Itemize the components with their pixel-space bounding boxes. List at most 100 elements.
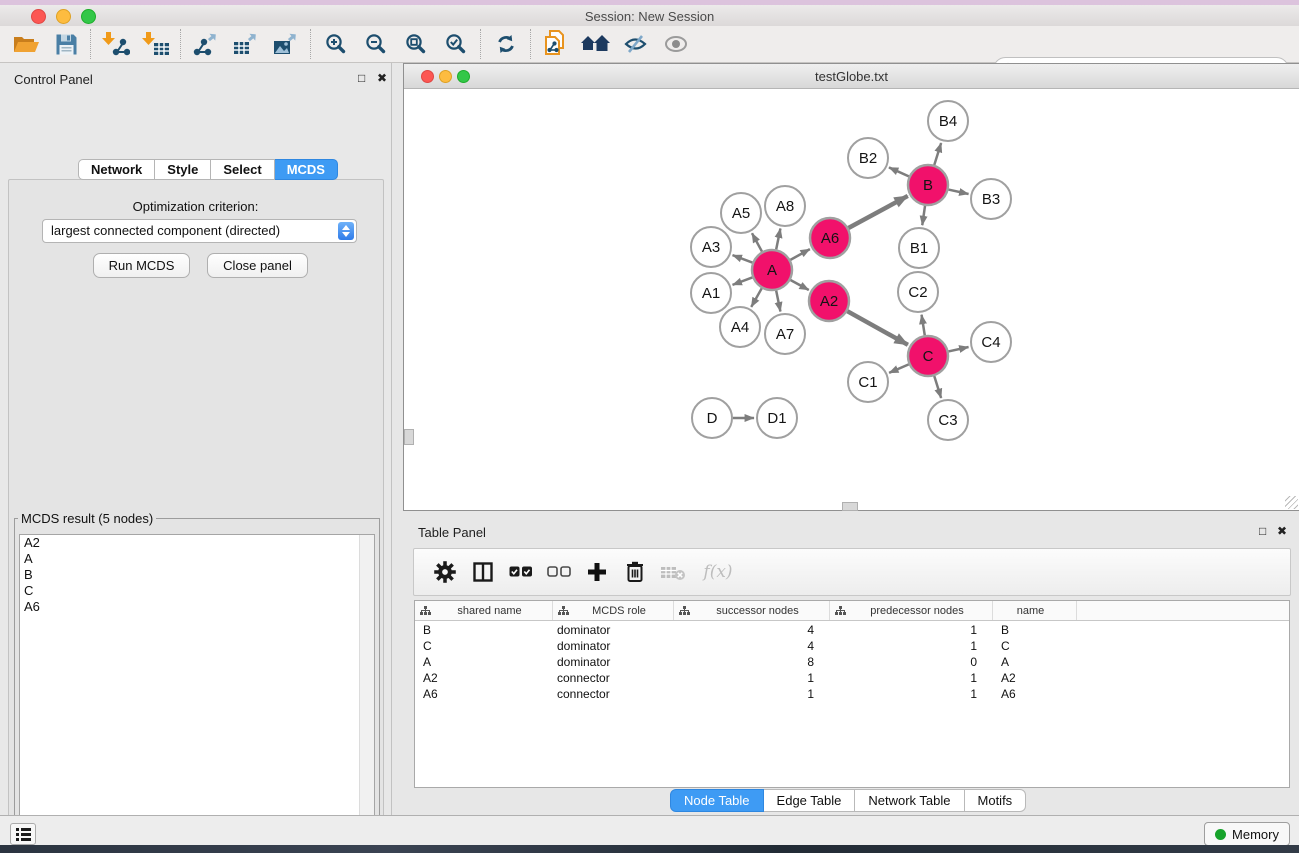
settings-gear-icon[interactable] xyxy=(426,554,464,590)
edge-A-A7[interactable] xyxy=(776,291,780,312)
cell-predecessor-nodes[interactable]: 0 xyxy=(830,654,993,670)
table-row-C[interactable]: Cdominator41C xyxy=(415,638,1289,654)
show-details-icon[interactable] xyxy=(656,28,696,60)
cell-name[interactable]: A2 xyxy=(993,670,1077,686)
cell-predecessor-nodes[interactable]: 1 xyxy=(830,622,993,638)
export-network-icon[interactable] xyxy=(186,28,226,60)
close-panel-button[interactable]: Close panel xyxy=(207,253,308,278)
import-table-icon[interactable] xyxy=(136,28,176,60)
column-header-shared-name[interactable]: shared name xyxy=(415,601,553,620)
edge-B-B3[interactable] xyxy=(948,190,968,194)
mcds-result-item[interactable]: B xyxy=(20,567,374,583)
cell-successor-nodes[interactable]: 4 xyxy=(674,622,830,638)
cell-predecessor-nodes[interactable]: 1 xyxy=(830,670,993,686)
close-panel-icon[interactable]: ✖ xyxy=(377,72,387,84)
cell-MCDS-role[interactable]: connector xyxy=(553,670,674,686)
memory-button[interactable]: Memory xyxy=(1204,822,1290,846)
edge-A-A1[interactable] xyxy=(733,277,753,284)
tab-edge-table[interactable]: Edge Table xyxy=(764,789,856,812)
hide-details-icon[interactable] xyxy=(616,28,656,60)
cell-shared-name[interactable]: A2 xyxy=(415,670,553,686)
select-all-checkboxes-icon[interactable] xyxy=(502,554,540,590)
edge-A-A4[interactable] xyxy=(751,288,761,307)
edge-B-B2[interactable] xyxy=(889,167,909,176)
edge-B-B4[interactable] xyxy=(934,143,941,165)
edge-A-A2[interactable] xyxy=(790,280,808,290)
edge-A-A5[interactable] xyxy=(752,233,762,251)
float-panel-icon[interactable]: □ xyxy=(1259,525,1266,537)
column-header-MCDS-role[interactable]: MCDS role xyxy=(553,601,674,620)
cell-shared-name[interactable]: A6 xyxy=(415,686,553,702)
mcds-result-list[interactable]: A2ABCA6 xyxy=(19,534,375,853)
cell-name[interactable]: A6 xyxy=(993,686,1077,702)
tab-node-table[interactable]: Node Table xyxy=(670,789,764,812)
table-row-A2[interactable]: A2connector11A2 xyxy=(415,670,1289,686)
clone-network-icon[interactable] xyxy=(536,28,576,60)
cell-shared-name[interactable]: A xyxy=(415,654,553,670)
edge-C-C4[interactable] xyxy=(948,347,968,351)
tab-select[interactable]: Select xyxy=(211,159,274,180)
table-row-A6[interactable]: A6connector11A6 xyxy=(415,686,1289,702)
edge-A-A6[interactable] xyxy=(790,249,809,260)
cell-successor-nodes[interactable]: 4 xyxy=(674,638,830,654)
edge-C-C1[interactable] xyxy=(889,364,909,373)
cell-name[interactable]: A xyxy=(993,654,1077,670)
edge-C-C2[interactable] xyxy=(922,315,925,336)
task-history-button[interactable] xyxy=(10,823,36,845)
delete-table-icon[interactable] xyxy=(654,554,692,590)
column-header-predecessor-nodes[interactable]: predecessor nodes xyxy=(830,601,993,620)
tab-network-table[interactable]: Network Table xyxy=(855,789,964,812)
import-network-icon[interactable] xyxy=(96,28,136,60)
close-panel-icon[interactable]: ✖ xyxy=(1277,525,1287,537)
export-image-icon[interactable] xyxy=(266,28,306,60)
add-column-icon[interactable] xyxy=(578,554,616,590)
cell-MCDS-role[interactable]: dominator xyxy=(553,622,674,638)
mcds-result-item[interactable]: A6 xyxy=(20,599,374,615)
mcds-result-item[interactable]: C xyxy=(20,583,374,599)
table-row-B[interactable]: Bdominator41B xyxy=(415,622,1289,638)
cell-predecessor-nodes[interactable]: 1 xyxy=(830,686,993,702)
edge-A2-C[interactable] xyxy=(847,311,908,345)
home-icon[interactable] xyxy=(576,28,616,60)
deselect-all-checkboxes-icon[interactable] xyxy=(540,554,578,590)
list-scrollbar[interactable] xyxy=(359,535,374,852)
cell-successor-nodes[interactable]: 1 xyxy=(674,686,830,702)
cell-shared-name[interactable]: C xyxy=(415,638,553,654)
zoom-in-icon[interactable] xyxy=(316,28,356,60)
table-row-A[interactable]: Adominator80A xyxy=(415,654,1289,670)
column-layout-icon[interactable] xyxy=(464,554,502,590)
open-session-icon[interactable] xyxy=(6,28,46,60)
float-panel-icon[interactable]: □ xyxy=(358,72,365,84)
export-table-icon[interactable] xyxy=(226,28,266,60)
tab-style[interactable]: Style xyxy=(155,159,211,180)
column-header-successor-nodes[interactable]: successor nodes xyxy=(674,601,830,620)
cell-MCDS-role[interactable]: dominator xyxy=(553,654,674,670)
cell-name[interactable]: B xyxy=(993,622,1077,638)
cell-MCDS-role[interactable]: connector xyxy=(553,686,674,702)
zoom-fit-icon[interactable] xyxy=(396,28,436,60)
run-mcds-button[interactable]: Run MCDS xyxy=(93,253,190,278)
zoom-selected-icon[interactable] xyxy=(436,28,476,60)
function-builder-icon[interactable]: f(x) xyxy=(692,554,744,590)
edge-A6-B[interactable] xyxy=(848,196,907,228)
save-session-icon[interactable] xyxy=(46,28,86,60)
zoom-out-icon[interactable] xyxy=(356,28,396,60)
network-graph-canvas[interactable]: B4B2BB3A8A5A6A3B1AA1C2A2A4A7C4CC1C3DD1 xyxy=(404,89,1297,509)
cell-name[interactable]: C xyxy=(993,638,1077,654)
column-header-name[interactable]: name xyxy=(993,601,1077,620)
window-edge-handle[interactable] xyxy=(842,502,858,511)
cell-successor-nodes[interactable]: 8 xyxy=(674,654,830,670)
cell-MCDS-role[interactable]: dominator xyxy=(553,638,674,654)
window-edge-handle[interactable] xyxy=(404,429,414,445)
tab-network[interactable]: Network xyxy=(78,159,155,180)
mcds-result-item[interactable]: A2 xyxy=(20,535,374,551)
edge-B-B1[interactable] xyxy=(922,206,925,225)
mcds-result-item[interactable]: A xyxy=(20,551,374,567)
edge-A-A8[interactable] xyxy=(776,229,780,250)
optimization-criterion-select[interactable]: largest connected component (directed) xyxy=(42,219,357,243)
edge-C-C3[interactable] xyxy=(934,376,941,398)
tab-motifs[interactable]: Motifs xyxy=(965,789,1027,812)
tab-mcds[interactable]: MCDS xyxy=(275,159,338,180)
cell-predecessor-nodes[interactable]: 1 xyxy=(830,638,993,654)
delete-column-icon[interactable] xyxy=(616,554,654,590)
